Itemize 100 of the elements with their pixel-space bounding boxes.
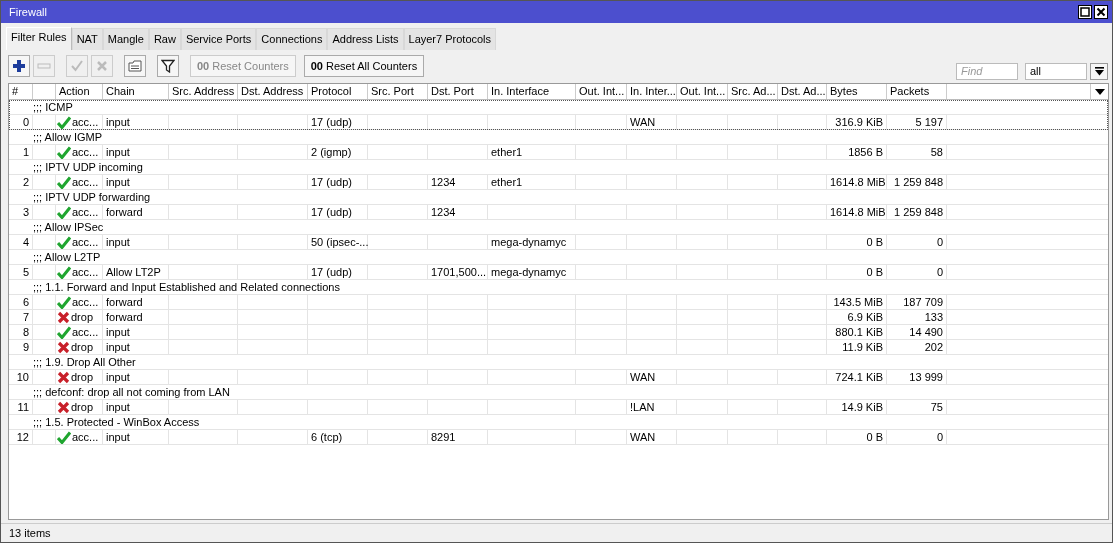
table-cell: Allow LT2P — [106, 266, 161, 278]
table-cell: 2 (igmp) — [311, 146, 352, 158]
tab[interactable]: Connections — [256, 28, 328, 50]
rule-comment: ;;; Allow L2TP — [33, 250, 101, 264]
column-header[interactable]: Packets — [887, 84, 947, 99]
column-header[interactable]: Out. Int... — [677, 84, 728, 99]
rule-entry[interactable]: ;;; defconf: drop all not coming from LAN 11 drop input !LAN 14.9 KiB 75 — [9, 385, 1108, 415]
dropdown-button[interactable] — [1090, 62, 1108, 80]
column-header[interactable]: Chain — [103, 84, 169, 99]
action-label: acc... — [72, 205, 99, 219]
table-cell: WAN — [630, 431, 656, 443]
table-cell: forward — [106, 206, 143, 218]
table-cell: 1234 — [431, 176, 456, 188]
row-number: 0 — [21, 115, 29, 129]
filter-button[interactable] — [157, 55, 179, 77]
rule-entry[interactable]: ;;; 1.9. Drop All Other 10 drop input WAN 724.1 KiB 13 999 — [9, 355, 1108, 385]
column-header[interactable]: Dst. Port — [428, 84, 488, 99]
table-cell: 1856 B — [848, 146, 883, 158]
comment-button[interactable] — [124, 55, 146, 77]
maximize-icon[interactable] — [1078, 5, 1092, 19]
column-header[interactable]: Src. Ad... — [728, 84, 778, 99]
tab[interactable]: Service Ports — [180, 28, 257, 50]
column-header[interactable]: Out. Int... — [576, 84, 627, 99]
rule-entry[interactable]: ;;; Allow IPSec 4 acc... input 50 (ipsec-... mega-dynamyc 0 B 0 — [9, 220, 1108, 250]
table-cell: input — [106, 326, 130, 338]
tab[interactable]: NAT — [71, 28, 103, 50]
rule-entry[interactable]: ;;; IPTV UDP forwarding 3 acc... forward 17 (udp) 1234 1614.8 MiB 1 259 848 — [9, 190, 1108, 220]
rule-entry[interactable]: 9 drop input 11.9 KiB 202 — [9, 340, 1108, 355]
close-icon[interactable] — [1094, 5, 1108, 19]
dropdown-arrow-icon[interactable] — [1094, 88, 1105, 95]
table-cell: input — [106, 431, 130, 443]
table-cell: 58 — [930, 146, 943, 158]
row-number: 7 — [21, 310, 29, 324]
table-cell: input — [106, 176, 130, 188]
scope-field[interactable]: all — [1025, 62, 1087, 80]
row-number: 11 — [16, 400, 29, 414]
table-cell: forward — [106, 296, 143, 308]
column-header[interactable]: Src. Port — [368, 84, 428, 99]
table-cell: 8291 — [431, 431, 456, 443]
rule-entry[interactable]: 8 acc... input 880.1 KiB 14 490 — [9, 325, 1108, 340]
add-button[interactable] — [8, 55, 30, 77]
table-cell: 11.9 KiB — [842, 341, 883, 353]
action-label: drop — [71, 370, 94, 384]
column-header[interactable]: Protocol — [308, 84, 368, 99]
note-icon — [128, 59, 142, 73]
table-cell: 143.5 MiB — [833, 296, 883, 308]
table-cell: 17 (udp) — [311, 176, 352, 188]
window-title: Firewall — [9, 6, 48, 18]
table-cell: input — [106, 371, 130, 383]
rule-comment: ;;; 1.1. Forward and Input Established and Related connections — [33, 280, 340, 294]
table-cell: 6 (tcp) — [311, 431, 343, 443]
rule-entry[interactable]: ;;; 1.5. Protected - WinBox Access 12 acc... input 6 (tcp) 8291 WAN 0 B 0 — [9, 415, 1108, 445]
table-cell: 724.1 KiB — [835, 371, 883, 383]
action-label: acc... — [72, 175, 99, 189]
find-field[interactable]: Find — [956, 62, 1018, 80]
table-cell: 0 — [936, 266, 943, 278]
row-number: 2 — [21, 175, 29, 189]
action-label: drop — [71, 340, 94, 354]
tab[interactable]: Mangle — [102, 28, 149, 50]
row-number: 12 — [15, 430, 29, 444]
column-header[interactable]: Bytes — [827, 84, 887, 99]
action-label: acc... — [72, 430, 99, 444]
tab[interactable]: Filter Rules — [6, 27, 72, 50]
column-header[interactable]: In. Inter... — [627, 84, 677, 99]
rule-entry[interactable]: ;;; Allow IGMP 1 acc... input 2 (igmp) ether1 1856 B 58 — [9, 130, 1108, 160]
tab[interactable]: Layer7 Protocols — [403, 28, 497, 50]
rule-entry[interactable]: ;;; Allow L2TP 5 acc... Allow LT2P 17 (udp) 1701,500... mega-dynamyc 0 B 0 — [9, 250, 1108, 280]
table-cell: 5 197 — [915, 116, 943, 128]
row-number: 8 — [21, 325, 29, 339]
column-header[interactable]: # — [9, 84, 33, 99]
table-cell: 880.1 KiB — [835, 326, 883, 338]
cross-icon — [95, 59, 109, 73]
item-count: 13 items — [9, 527, 51, 539]
table-cell: 0 — [936, 431, 943, 443]
tab[interactable]: Address Lists — [327, 28, 404, 50]
table-cell: 1 259 848 — [894, 206, 943, 218]
table-cell: input — [106, 341, 130, 353]
row-number: 6 — [21, 295, 29, 309]
column-header[interactable]: In. Interface — [488, 84, 576, 99]
table-cell: 75 — [930, 401, 943, 413]
column-header[interactable]: Src. Address — [169, 84, 238, 99]
row-number: 5 — [21, 265, 29, 279]
action-label: acc... — [72, 145, 99, 159]
table-cell: 1234 — [431, 206, 456, 218]
reset-counters-button[interactable]: 00 Reset All Counters — [303, 55, 425, 77]
rule-entry[interactable]: ;;; IPTV UDP incoming 2 acc... input 17 (udp) 1234 ether1 1614.8 MiB 1 259 848 — [9, 160, 1108, 190]
rule-comment: ;;; Allow IGMP — [33, 130, 103, 144]
column-header[interactable]: Action — [56, 84, 103, 99]
table-cell: 50 (ipsec-... — [311, 236, 369, 248]
table-cell: ether1 — [491, 176, 523, 188]
table-cell: 0 B — [866, 236, 883, 248]
table-cell: input — [106, 236, 130, 248]
tab[interactable]: Raw — [148, 28, 181, 50]
column-header[interactable]: Dst. Ad... — [778, 84, 827, 99]
column-header[interactable]: Dst. Address — [238, 84, 308, 99]
rule-entry[interactable]: ;;; ICMP 0 acc... input 17 (udp) WAN 316.9 KiB 5 197 — [9, 100, 1108, 130]
table-cell: 316.9 KiB — [835, 116, 883, 128]
row-number: 1 — [21, 145, 29, 159]
rule-entry[interactable]: 7 drop forward 6.9 KiB 133 — [9, 310, 1108, 325]
action-label: acc... — [72, 325, 99, 339]
